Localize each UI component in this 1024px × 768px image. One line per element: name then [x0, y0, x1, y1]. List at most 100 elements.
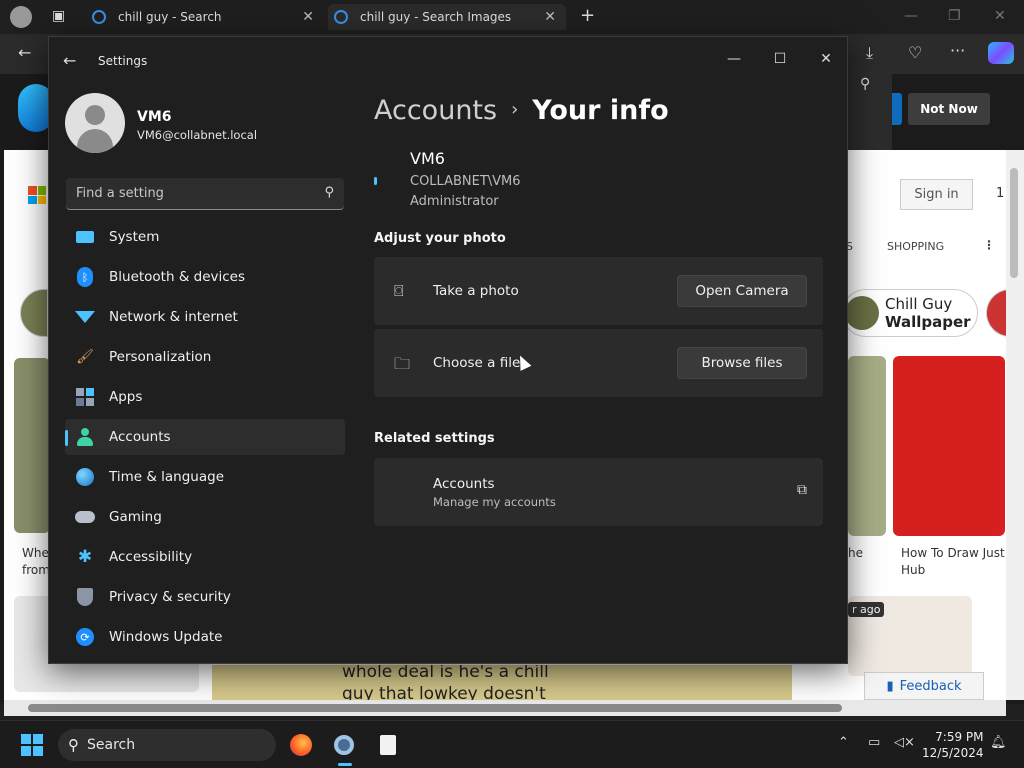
take-photo-card: ⌼ Take a photo Open Camera	[374, 257, 823, 325]
chevron-right-icon: ›	[511, 99, 519, 120]
not-now-button[interactable]: Not Now	[908, 93, 990, 125]
copilot-icon[interactable]	[988, 42, 1014, 64]
notifications-icon[interactable]: 🔔︎	[990, 735, 1007, 750]
tab-search-images[interactable]: chill guy - Search Images ✕	[328, 4, 566, 30]
start-button[interactable]	[21, 734, 43, 756]
shopping-tab[interactable]: SHOPPING	[887, 240, 944, 253]
nav-item-gaming[interactable]: Gaming	[65, 499, 345, 535]
nav-label: Privacy & security	[109, 589, 231, 605]
image-result[interactable]	[14, 358, 50, 533]
nav-item-privacy[interactable]: Privacy & security	[65, 579, 345, 615]
nav-item-accounts[interactable]: Accounts	[65, 419, 345, 455]
image-result[interactable]	[893, 356, 1005, 536]
breadcrumb-parent[interactable]: Accounts	[374, 95, 497, 126]
chill-guy-wallpaper-pill[interactable]: Chill Guy Wallpaper	[842, 289, 978, 337]
user-name: VM6	[410, 149, 445, 168]
nav-item-personalization[interactable]: 🖌 Personalization	[65, 339, 345, 375]
image-result[interactable]: r ago	[848, 596, 972, 676]
nav-item-time-language[interactable]: Time & language	[65, 459, 345, 495]
app-title: Settings	[98, 54, 148, 68]
avatar-body	[77, 129, 113, 153]
volume-muted-icon[interactable]: ◁×	[894, 735, 915, 750]
tab-title: chill guy - Search Images	[360, 10, 512, 24]
horizontal-scrollbar[interactable]	[4, 700, 1006, 716]
close-button[interactable]: ✕	[803, 43, 847, 75]
tab-search[interactable]: chill guy - Search ✕	[92, 4, 324, 30]
bluetooth-icon: ᛒ	[75, 267, 95, 287]
tab-actions-icon[interactable]: ▣	[52, 8, 65, 24]
download-icon[interactable]: ⤓	[866, 43, 873, 63]
search-icon[interactable]: ⚲	[324, 185, 334, 200]
meme-image[interactable]: whole deal is he's a chill guy that lowk…	[212, 665, 792, 700]
pin-icon[interactable]: ⚲	[860, 76, 870, 92]
network-tray-icon[interactable]: ▭	[868, 735, 880, 750]
pill-thumbnail	[845, 296, 879, 330]
avatar	[65, 93, 125, 153]
related-accounts-card[interactable]: Accounts Manage my accounts ⧉	[374, 458, 823, 526]
image-result[interactable]	[848, 356, 886, 536]
scroll-thumb[interactable]	[28, 704, 842, 712]
search-favicon-icon	[334, 10, 348, 24]
image-caption: Whe from	[22, 546, 50, 577]
breadcrumb: Accounts › Your info	[374, 95, 669, 126]
nav-label: Gaming	[109, 509, 162, 525]
globe-clock-icon	[75, 467, 95, 487]
nav-item-windows-update[interactable]: ⟳ Windows Update	[65, 619, 345, 655]
related-accounts-subtitle: Manage my accounts	[433, 495, 556, 509]
nav-item-accessibility[interactable]: ✱ Accessibility	[65, 539, 345, 575]
health-icon[interactable]: ♡	[908, 43, 922, 62]
nav-label: Bluetooth & devices	[109, 269, 246, 285]
close-icon[interactable]: ✕	[994, 8, 1006, 24]
taskbar-search-label: Search	[87, 737, 136, 753]
more-vert-icon[interactable]: ⋮	[983, 238, 995, 252]
shield-icon	[75, 587, 95, 607]
close-tab-icon[interactable]: ✕	[544, 9, 556, 25]
nav-label: Apps	[109, 389, 143, 405]
new-tab-icon[interactable]: +	[580, 5, 595, 26]
network-icon	[75, 307, 95, 327]
taskbar-search[interactable]: ⚲ Search	[58, 729, 276, 761]
minimize-icon[interactable]: —	[904, 8, 918, 24]
search-icon: ⚲	[68, 736, 79, 754]
camera-icon: ⌼	[394, 281, 404, 300]
restore-icon[interactable]: ❐	[948, 8, 961, 24]
related-settings-heading: Related settings	[374, 431, 495, 446]
chevron-up-icon[interactable]: ⌃	[838, 735, 849, 750]
nav-item-bluetooth[interactable]: ᛒ Bluetooth & devices	[65, 259, 345, 295]
clock-date: 12/5/2024	[922, 746, 984, 760]
scroll-thumb[interactable]	[1010, 168, 1018, 278]
profile-icon[interactable]	[10, 6, 32, 28]
brush-icon: 🖌	[76, 349, 94, 365]
open-camera-button[interactable]: Open Camera	[677, 275, 807, 307]
sign-in-button[interactable]: Sign in	[900, 179, 973, 210]
back-icon[interactable]: ←	[18, 43, 31, 62]
nav-label: Network & internet	[109, 309, 238, 325]
clock[interactable]: 7:59 PM 12/5/2024	[922, 729, 984, 761]
microsoft-logo-icon	[28, 186, 46, 204]
firefox-icon[interactable]	[287, 731, 315, 759]
more-icon[interactable]: ···	[950, 41, 965, 60]
take-photo-label: Take a photo	[433, 283, 519, 299]
back-arrow-icon[interactable]: ←	[63, 51, 76, 70]
notepad-icon[interactable]	[374, 731, 402, 759]
vertical-scrollbar[interactable]	[1006, 150, 1024, 700]
nav-label: Time & language	[109, 469, 225, 485]
profile-name: VM6	[137, 109, 172, 125]
image-caption: How To Draw Just Hub	[901, 546, 1005, 577]
maximize-button[interactable]: ☐	[757, 43, 803, 75]
find-setting-box: ⚲	[66, 178, 344, 210]
browse-files-button[interactable]: Browse files	[677, 347, 807, 379]
nav-item-apps[interactable]: Apps	[65, 379, 345, 415]
browser-tabstrip: ▣ chill guy - Search ✕ chill guy - Searc…	[0, 0, 1024, 34]
find-setting-input[interactable]	[66, 178, 316, 209]
minimize-button[interactable]: —	[711, 43, 757, 75]
nav-item-system[interactable]: System	[65, 219, 345, 255]
settings-app-icon[interactable]	[330, 731, 358, 766]
page-title: Your info	[532, 95, 669, 126]
close-tab-icon[interactable]: ✕	[302, 9, 314, 25]
nav-item-network[interactable]: Network & internet	[65, 299, 345, 335]
feedback-button[interactable]: ▮ Feedback	[864, 672, 984, 700]
system-icon	[75, 227, 95, 247]
clock-time: 7:59 PM	[935, 730, 984, 744]
accessibility-icon: ✱	[77, 547, 93, 567]
